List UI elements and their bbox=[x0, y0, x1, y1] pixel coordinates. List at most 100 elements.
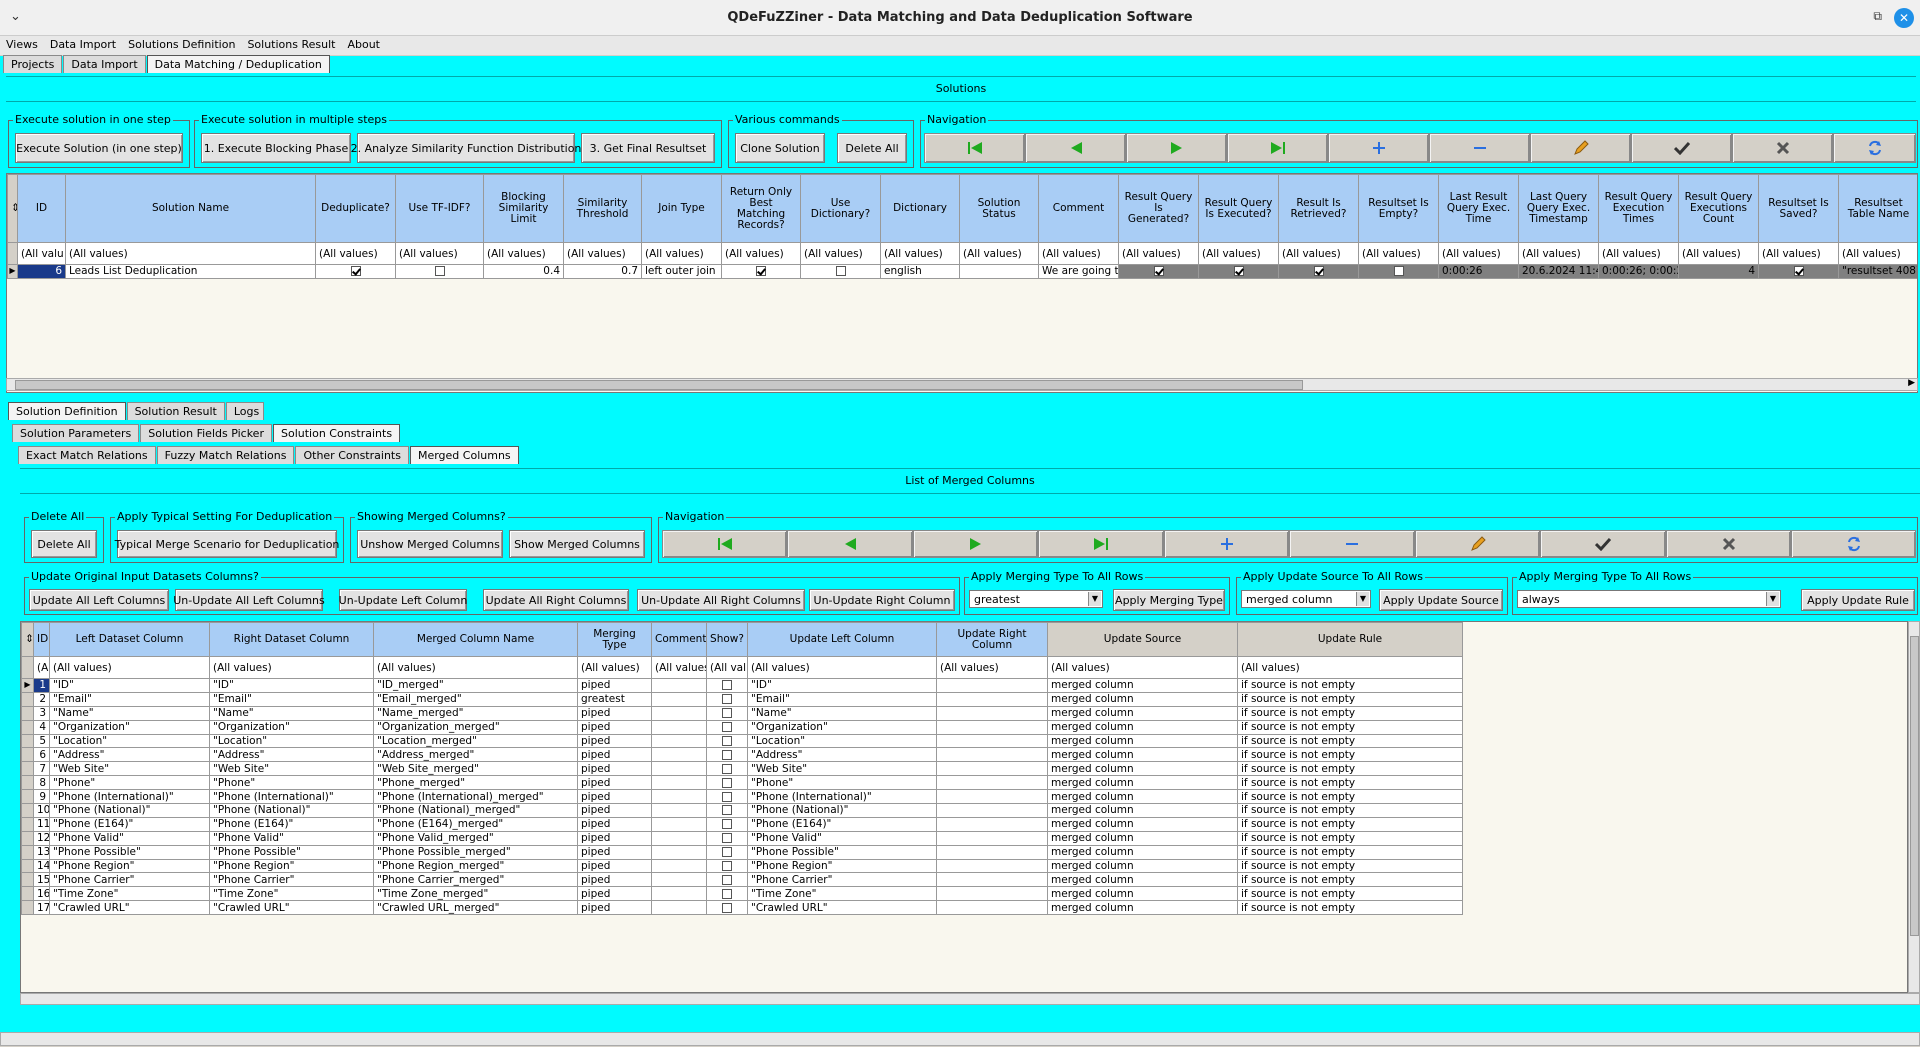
table-cell[interactable] bbox=[315, 264, 396, 279]
table-cell[interactable]: merged column bbox=[1047, 830, 1238, 846]
table-cell[interactable]: merged column bbox=[1047, 816, 1238, 832]
column-filter[interactable]: (A bbox=[33, 656, 50, 679]
table-cell[interactable]: 16 bbox=[33, 886, 50, 902]
column-header[interactable]: Use TF-IDF? bbox=[395, 174, 484, 243]
table-cell[interactable] bbox=[651, 747, 707, 763]
table-cell[interactable]: piped bbox=[577, 678, 652, 693]
table-cell[interactable] bbox=[936, 719, 1048, 735]
table-cell[interactable]: greatest bbox=[577, 691, 652, 707]
merged-hscroll[interactable] bbox=[20, 993, 1920, 1005]
menu-views[interactable]: Views bbox=[0, 36, 44, 51]
delete-all-solutions-button[interactable]: Delete All bbox=[837, 133, 907, 163]
table-row[interactable]: 6 "Address" "Address" "Address_merged" piped… bbox=[21, 747, 1463, 763]
table-cell[interactable] bbox=[936, 844, 1048, 860]
table-cell[interactable]: piped bbox=[577, 830, 652, 846]
table-cell[interactable]: "Phone Possible_merged" bbox=[373, 844, 578, 860]
nav-insert-button[interactable] bbox=[1328, 133, 1429, 163]
column-filter[interactable]: (All values) bbox=[1358, 242, 1439, 265]
table-cell[interactable]: if source is not empty bbox=[1237, 872, 1463, 888]
table-cell[interactable] bbox=[936, 789, 1048, 805]
nav-refresh-button[interactable] bbox=[1833, 133, 1916, 163]
show-checkbox[interactable] bbox=[722, 847, 732, 858]
table-cell[interactable] bbox=[706, 747, 748, 763]
table-cell[interactable]: "Phone (International)" bbox=[49, 789, 210, 805]
show-checkbox[interactable] bbox=[722, 680, 732, 691]
table-cell[interactable] bbox=[936, 691, 1048, 707]
table-cell[interactable]: 3 bbox=[33, 705, 50, 721]
table-cell[interactable]: "Phone Region" bbox=[49, 858, 210, 874]
close-window-button[interactable]: ✕ bbox=[1894, 8, 1914, 28]
column-filter[interactable]: (All values) bbox=[1518, 242, 1599, 265]
show-checkbox[interactable] bbox=[722, 819, 732, 830]
table-cell[interactable]: merged column bbox=[1047, 733, 1238, 749]
column-header[interactable]: Blocking Similarity Limit bbox=[483, 174, 564, 243]
unupdate-all-left-button[interactable]: Un-Update All Left Columns bbox=[173, 589, 325, 611]
table-cell[interactable] bbox=[651, 705, 707, 721]
column-filter[interactable]: (All values) bbox=[880, 242, 960, 265]
column-header[interactable]: Show? bbox=[706, 622, 748, 657]
column-header[interactable]: Solution Status bbox=[959, 174, 1039, 243]
show-merged-button[interactable]: Show Merged Columns bbox=[509, 530, 645, 558]
table-cell[interactable]: "Phone (International)_merged" bbox=[373, 789, 578, 805]
table-cell[interactable]: merged column bbox=[1047, 900, 1238, 916]
show-checkbox[interactable] bbox=[722, 791, 732, 802]
table-cell[interactable]: piped bbox=[577, 872, 652, 888]
column-filter[interactable]: (All val bbox=[706, 656, 748, 679]
column-filter[interactable]: (All values) bbox=[577, 656, 652, 679]
nav-prev-button[interactable] bbox=[787, 530, 913, 558]
table-cell[interactable]: "Location_merged" bbox=[373, 733, 578, 749]
column-filter[interactable]: (All values) bbox=[721, 242, 801, 265]
table-cell[interactable]: 14 bbox=[33, 858, 50, 874]
table-row[interactable]: 13 "Phone Possible" "Phone Possible" "Phone… bbox=[21, 844, 1463, 860]
table-cell[interactable]: merged column bbox=[1047, 872, 1238, 888]
column-filter[interactable]: (All values) bbox=[209, 656, 374, 679]
table-cell[interactable]: merged column bbox=[1047, 803, 1238, 818]
table-cell[interactable] bbox=[651, 872, 707, 888]
table-cell[interactable] bbox=[706, 719, 748, 735]
table-cell[interactable]: "Time Zone" bbox=[747, 886, 937, 902]
tab-projects[interactable]: Projects bbox=[3, 55, 63, 73]
column-header[interactable]: Similarity Threshold bbox=[563, 174, 642, 243]
table-cell[interactable] bbox=[706, 691, 748, 707]
merge-type-select[interactable]: greatest ▼ bbox=[969, 590, 1103, 608]
update-all-right-button[interactable]: Update All Right Columns bbox=[483, 589, 629, 611]
table-cell[interactable]: 0.7 bbox=[563, 264, 642, 279]
show-checkbox[interactable] bbox=[722, 708, 732, 719]
table-cell[interactable]: "Phone Valid" bbox=[209, 830, 374, 846]
table-cell[interactable]: "Phone (International)" bbox=[209, 789, 374, 805]
table-cell[interactable] bbox=[1118, 264, 1199, 279]
table-cell[interactable]: merged column bbox=[1047, 886, 1238, 902]
table-cell[interactable] bbox=[721, 264, 801, 279]
table-cell[interactable]: piped bbox=[577, 803, 652, 818]
table-cell[interactable]: "Phone (E164)" bbox=[49, 816, 210, 832]
tfidf-checkbox[interactable] bbox=[434, 266, 445, 277]
column-header[interactable]: Update Rule bbox=[1237, 622, 1463, 657]
table-row[interactable]: 12 "Phone Valid" "Phone Valid" "Phone Valid… bbox=[21, 830, 1463, 846]
tab-data-matching[interactable]: Data Matching / Deduplication bbox=[146, 55, 330, 73]
table-cell[interactable]: "Phone_merged" bbox=[373, 775, 578, 791]
table-cell[interactable] bbox=[651, 803, 707, 818]
column-filter[interactable]: (All values) bbox=[800, 242, 881, 265]
table-row[interactable]: 10 "Phone (National)" "Phone (National)" "P… bbox=[21, 803, 1463, 818]
table-cell[interactable] bbox=[800, 264, 881, 279]
table-cell[interactable]: "Phone Possible" bbox=[209, 844, 374, 860]
column-header[interactable]: Resultset Is Empty? bbox=[1358, 174, 1439, 243]
tab-other-constraints[interactable]: Other Constraints bbox=[295, 446, 409, 464]
table-cell[interactable] bbox=[651, 691, 707, 707]
column-header[interactable]: ID bbox=[33, 622, 50, 657]
table-cell[interactable]: merged column bbox=[1047, 678, 1238, 693]
column-header[interactable]: Last Query Query Exec. Timestamp bbox=[1518, 174, 1599, 243]
table-cell[interactable] bbox=[706, 775, 748, 791]
show-checkbox[interactable] bbox=[722, 749, 732, 760]
table-cell[interactable]: "Phone" bbox=[209, 775, 374, 791]
tab-logs[interactable]: Logs bbox=[225, 402, 264, 420]
table-cell[interactable]: "Crawled URL" bbox=[747, 900, 937, 916]
show-checkbox[interactable] bbox=[722, 874, 732, 885]
table-cell[interactable]: 10 bbox=[33, 803, 50, 818]
table-cell[interactable]: "Phone (National)" bbox=[747, 803, 937, 818]
table-cell[interactable]: "Crawled URL" bbox=[49, 900, 210, 916]
table-cell[interactable]: "Location" bbox=[209, 733, 374, 749]
use-dictionary-checkbox[interactable] bbox=[835, 266, 846, 277]
update-rule-select[interactable]: always ▼ bbox=[1517, 590, 1781, 608]
table-cell[interactable]: merged column bbox=[1047, 775, 1238, 791]
